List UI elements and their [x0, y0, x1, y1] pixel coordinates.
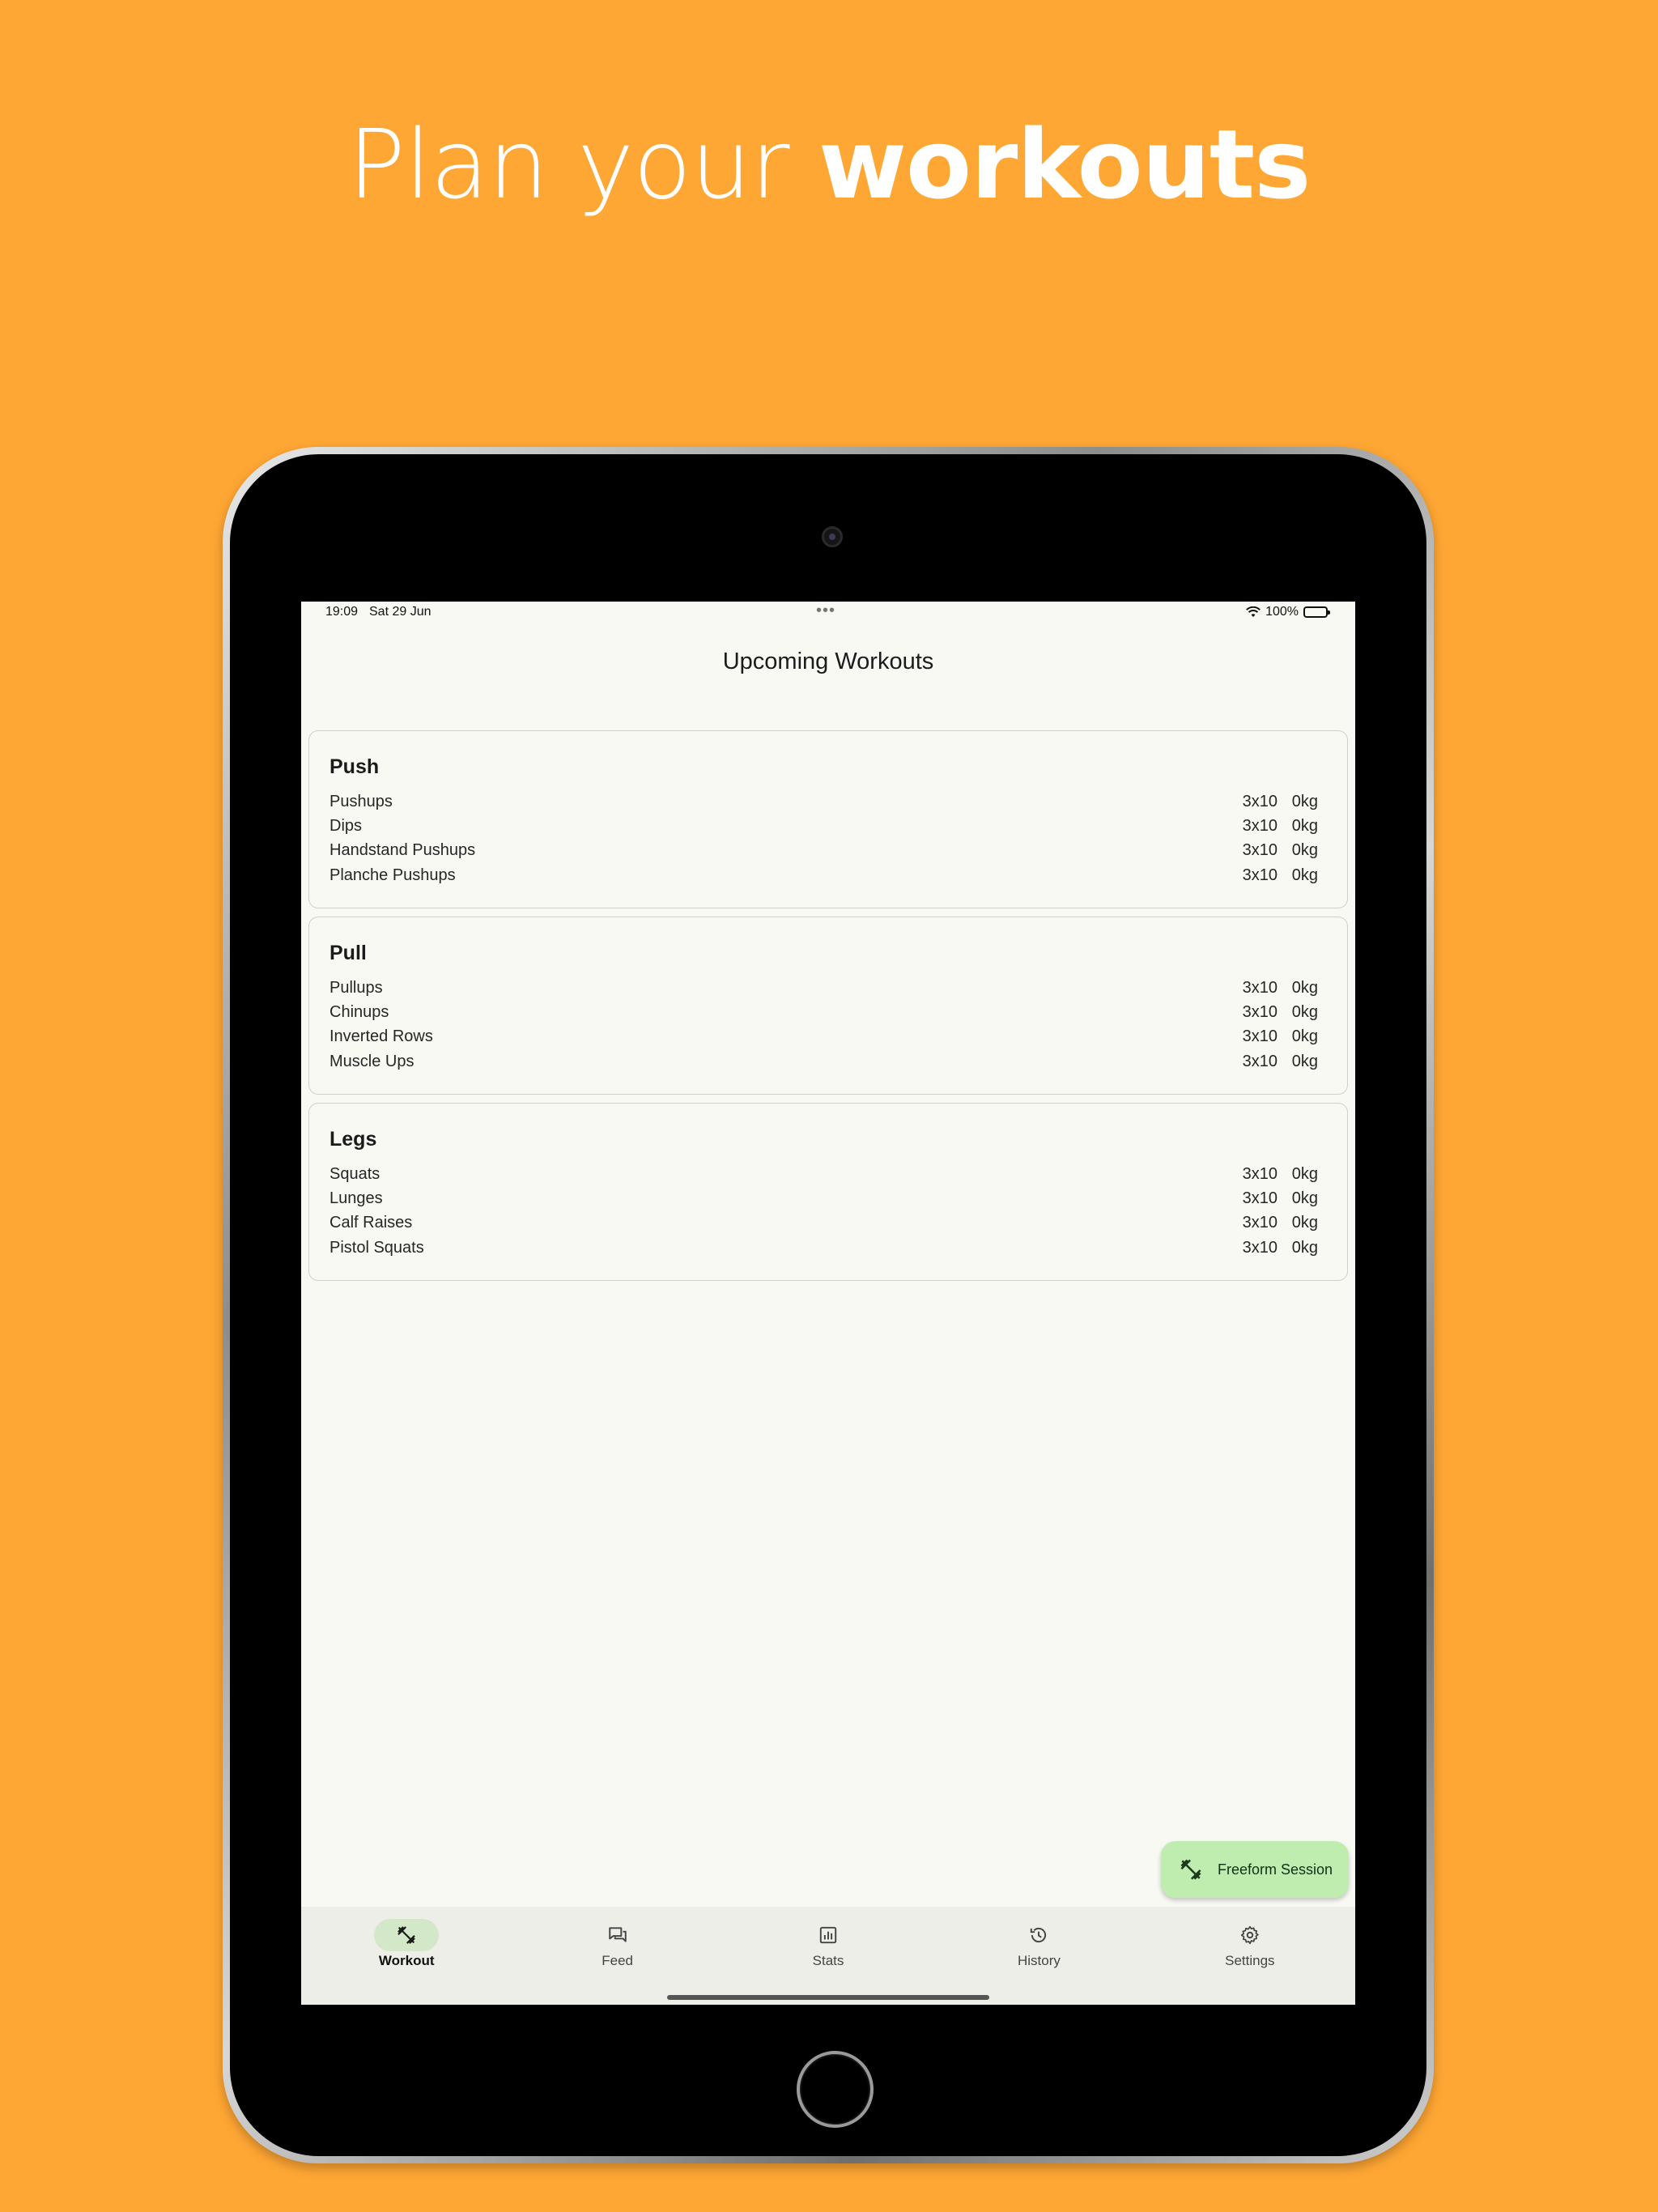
app-screen: 19:09 Sat 29 Jun ••• 100% Upcoming Worko…: [301, 602, 1355, 2005]
nav-item-stats[interactable]: Stats: [723, 1907, 933, 2005]
exercise-sets: 3x10: [1242, 1027, 1278, 1046]
camera-icon: [822, 526, 843, 547]
nav-icon-wrap: [1218, 1919, 1282, 1951]
nav-icon-wrap: [585, 1919, 650, 1951]
workout-list: Push Pushups 3x10 0kg Dips 3x10 0kg Handstan…: [308, 730, 1348, 1289]
exercise-weight: 0kg: [1291, 1002, 1318, 1021]
status-date: Sat 29 Jun: [369, 605, 432, 619]
nav-label: Workout: [378, 1953, 435, 1968]
exercise-row: Dips 3x10 0kg: [329, 814, 1318, 838]
exercise-sets: 3x10: [1242, 866, 1278, 884]
wifi-icon: [1246, 606, 1261, 617]
exercise-sets: 3x10: [1242, 1164, 1278, 1183]
nav-label: Stats: [812, 1953, 844, 1968]
exercise-sets: 3x10: [1242, 841, 1278, 860]
workout-card-pull[interactable]: Pull Pullups 3x10 0kg Chinups 3x10 0kg Inver…: [308, 917, 1348, 1095]
status-time: 19:09: [325, 605, 359, 619]
exercise-row: Handstand Pushups 3x10 0kg: [329, 839, 1318, 863]
exercise-name: Squats: [329, 1164, 380, 1183]
exercise-name: Calf Raises: [329, 1214, 413, 1232]
exercise-sets: 3x10: [1242, 1002, 1278, 1021]
exercise-row: Calf Raises 3x10 0kg: [329, 1211, 1318, 1236]
exercise-weight: 0kg: [1291, 841, 1318, 860]
workout-title: Push: [329, 755, 380, 778]
exercise-sets: 3x10: [1242, 1214, 1278, 1232]
exercise-weight: 0kg: [1291, 978, 1318, 997]
exercise-row: Muscle Ups 3x10 0kg: [329, 1049, 1318, 1074]
workout-title: Pull: [329, 942, 367, 964]
fab-label: Freeform Session: [1218, 1861, 1333, 1878]
nav-label: Settings: [1225, 1953, 1275, 1968]
exercise-name: Chinups: [329, 1002, 389, 1021]
exercise-name: Lunges: [329, 1189, 383, 1207]
exercise-name: Dips: [329, 816, 363, 835]
dumbbell-icon: [397, 1926, 416, 1944]
exercise-sets: 3x10: [1242, 1238, 1278, 1257]
headline-bold: workouts: [818, 108, 1311, 220]
exercise-weight: 0kg: [1291, 1027, 1318, 1046]
exercise-name: Pushups: [329, 792, 393, 810]
status-right: 100%: [1246, 605, 1330, 619]
exercise-row: Pullups 3x10 0kg: [329, 976, 1318, 1000]
marketing-headline: Plan your workouts: [0, 104, 1658, 225]
exercise-sets: 3x10: [1242, 978, 1278, 997]
exercise-row: Chinups 3x10 0kg: [329, 1000, 1318, 1024]
exercise-weight: 0kg: [1291, 816, 1318, 835]
battery-icon: [1303, 606, 1330, 618]
headline-light: Plan your: [347, 108, 819, 220]
nav-item-workout[interactable]: Workout: [301, 1907, 512, 2005]
workout-title: Legs: [329, 1128, 377, 1151]
exercise-name: Muscle Ups: [329, 1052, 414, 1070]
history-icon: [1031, 1927, 1047, 1943]
exercise-weight: 0kg: [1291, 866, 1318, 884]
nav-icon-wrap: [796, 1919, 861, 1951]
nav-label: Feed: [602, 1953, 633, 1968]
exercise-sets: 3x10: [1242, 1189, 1278, 1207]
exercise-sets: 3x10: [1242, 1052, 1278, 1070]
exercise-sets: 3x10: [1242, 816, 1278, 835]
exercise-row: Inverted Rows 3x10 0kg: [329, 1025, 1318, 1049]
exercise-row: Pushups 3x10 0kg: [329, 789, 1318, 814]
exercise-weight: 0kg: [1291, 1238, 1318, 1257]
bar-chart-icon: [819, 1926, 837, 1944]
exercise-name: Pullups: [329, 978, 383, 997]
nav-label: History: [1017, 1953, 1061, 1968]
home-button[interactable]: [797, 2051, 874, 2128]
exercise-name: Handstand Pushups: [329, 841, 476, 860]
exercise-weight: 0kg: [1291, 1052, 1318, 1070]
exercise-name: Inverted Rows: [329, 1027, 433, 1046]
exercise-row: Planche Pushups 3x10 0kg: [329, 863, 1318, 887]
status-bar: 19:09 Sat 29 Jun ••• 100%: [301, 602, 1355, 626]
exercise-row: Pistol Squats 3x10 0kg: [329, 1236, 1318, 1260]
nav-item-settings[interactable]: Settings: [1145, 1907, 1355, 2005]
workout-card-push[interactable]: Push Pushups 3x10 0kg Dips 3x10 0kg Handstan…: [308, 730, 1348, 908]
battery-percent: 100%: [1265, 605, 1299, 619]
exercise-weight: 0kg: [1291, 1164, 1318, 1183]
dumbbell-icon: [1180, 1859, 1201, 1880]
nav-item-feed[interactable]: Feed: [512, 1907, 722, 2005]
exercise-weight: 0kg: [1291, 1189, 1318, 1207]
exercise-sets: 3x10: [1242, 792, 1278, 810]
home-indicator[interactable]: [667, 1995, 989, 2000]
workout-card-legs[interactable]: Legs Squats 3x10 0kg Lunges 3x10 0kg Calf Ra…: [308, 1103, 1348, 1281]
exercise-weight: 0kg: [1291, 792, 1318, 810]
freeform-session-button[interactable]: Freeform Session: [1161, 1841, 1349, 1898]
bottom-navigation: Workout Feed Stats History Settings: [301, 1907, 1355, 2005]
nav-icon-wrap: [1006, 1919, 1071, 1951]
gear-icon: [1240, 1925, 1259, 1945]
exercise-row: Lunges 3x10 0kg: [329, 1186, 1318, 1210]
exercise-weight: 0kg: [1291, 1214, 1318, 1232]
nav-item-history[interactable]: History: [933, 1907, 1144, 2005]
nav-indicator: [374, 1919, 440, 1951]
forum-icon: [608, 1927, 627, 1942]
exercise-name: Planche Pushups: [329, 866, 456, 884]
multitask-dots-icon[interactable]: •••: [816, 602, 835, 620]
exercise-row: Squats 3x10 0kg: [329, 1162, 1318, 1186]
exercise-name: Pistol Squats: [329, 1238, 424, 1257]
page-title: Upcoming Workouts: [722, 649, 934, 674]
